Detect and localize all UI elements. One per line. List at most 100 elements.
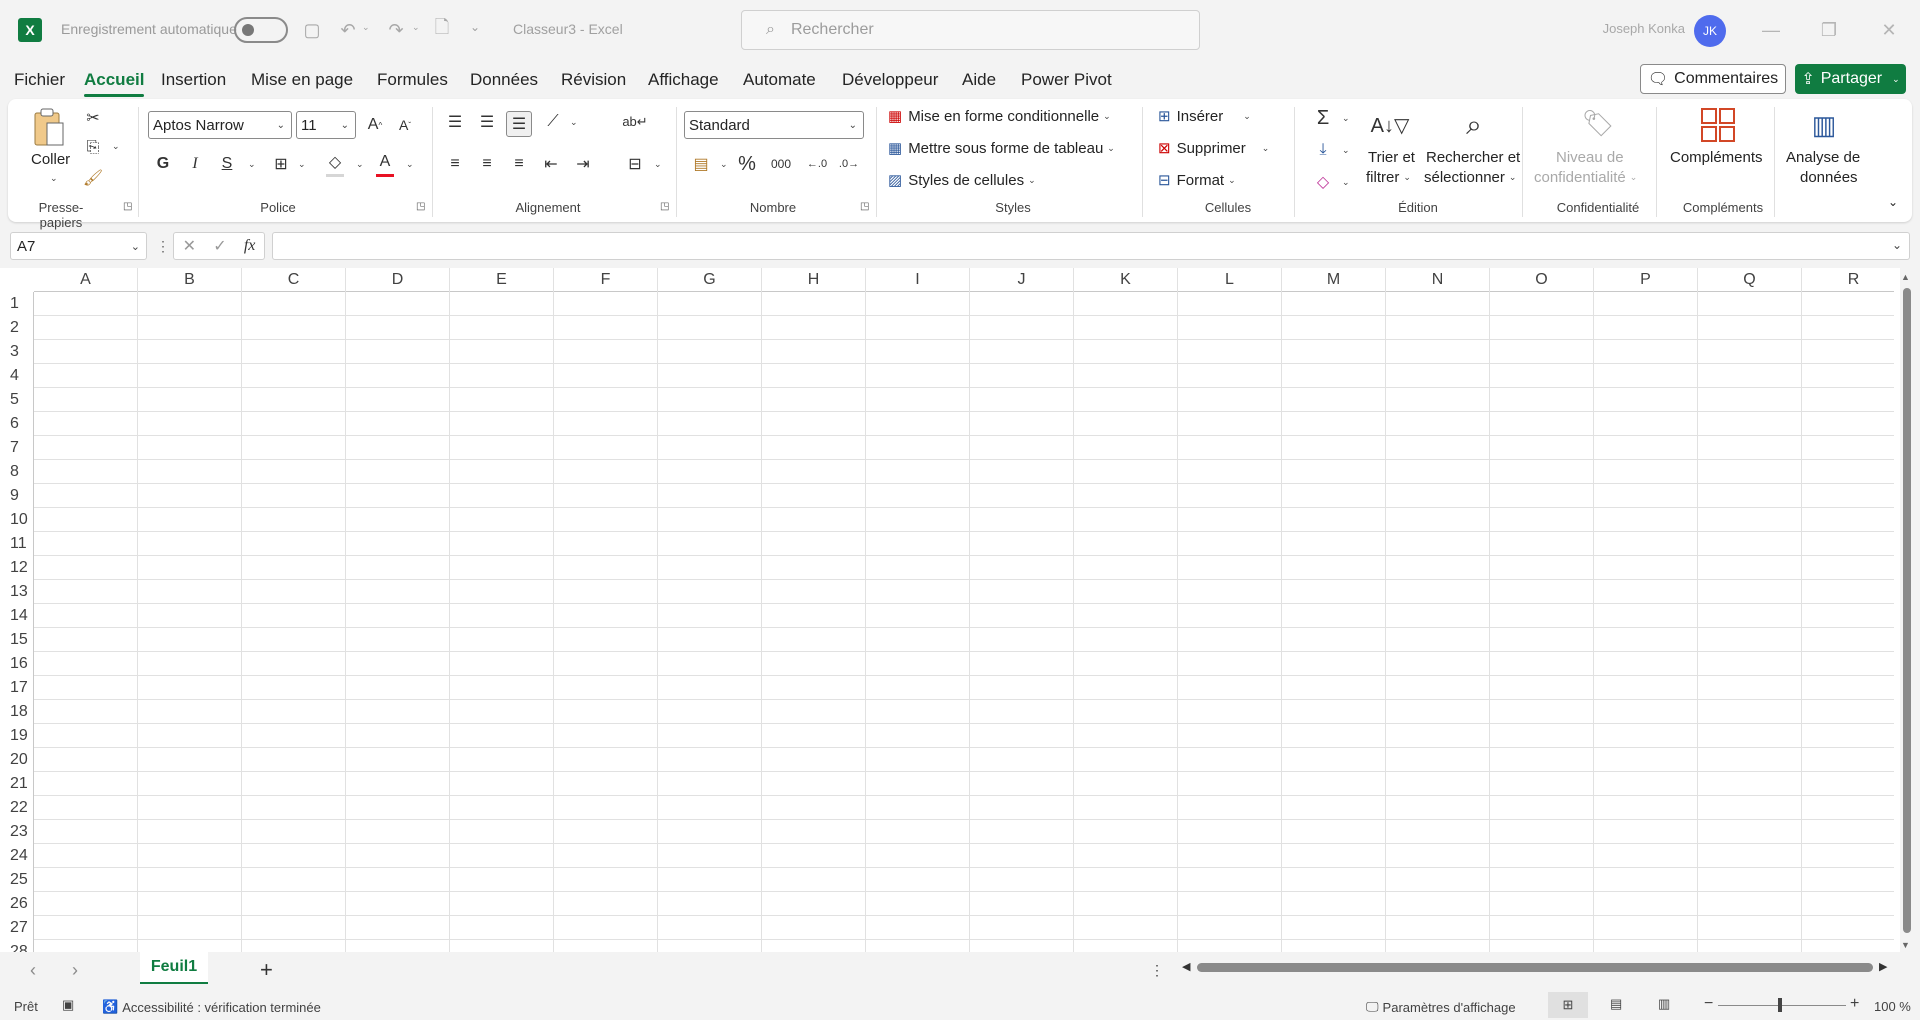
vertical-scroll-thumb[interactable] — [1903, 288, 1911, 933]
column-header[interactable]: M — [1282, 268, 1386, 292]
ribbon-collapse-icon[interactable]: ⌄ — [1888, 195, 1898, 209]
row-header[interactable]: 2 — [0, 316, 34, 340]
row-header[interactable]: 11 — [0, 532, 34, 556]
row-header[interactable]: 8 — [0, 460, 34, 484]
sheet-options-icon[interactable]: ⋮ — [1150, 962, 1164, 979]
align-right-icon[interactable]: ≡ — [506, 151, 532, 177]
number-launcher-icon[interactable]: ◳ — [860, 201, 869, 212]
orientation-dropdown-icon[interactable]: ⌄ — [570, 117, 578, 128]
macro-recording-icon[interactable]: ▣ — [62, 997, 74, 1013]
autosum-dropdown-icon[interactable]: ⌄ — [1342, 113, 1350, 124]
accounting-dropdown-icon[interactable]: ⌄ — [720, 159, 728, 170]
conditional-formatting-button[interactable]: ▦ Mise en forme conditionnelle ⌄ — [888, 107, 1111, 126]
fill-icon[interactable]: ⤓ — [1310, 137, 1336, 163]
tab-aide[interactable]: Aide — [962, 70, 996, 90]
horizontal-scroll-thumb[interactable] — [1197, 963, 1873, 972]
zoom-slider-thumb[interactable] — [1778, 998, 1782, 1012]
align-left-icon[interactable]: ≡ — [442, 151, 468, 177]
font-name-select[interactable]: Aptos Narrow ⌄ — [148, 111, 292, 139]
paste-label[interactable]: Coller — [31, 151, 70, 168]
column-header[interactable]: R — [1802, 268, 1900, 292]
increase-font-size-icon[interactable]: A ^ — [362, 112, 388, 138]
row-header[interactable]: 12 — [0, 556, 34, 580]
clear-icon[interactable]: ◇ — [1310, 169, 1336, 195]
cell-area[interactable] — [34, 292, 1894, 952]
tab-developpeur[interactable]: Développeur — [842, 70, 938, 90]
sort-filter-button[interactable]: filtrer ⌄ — [1366, 169, 1411, 186]
page-break-view-icon[interactable]: ▥ — [1658, 996, 1670, 1012]
share-button[interactable]: ⇪ Partager ⌄ — [1795, 64, 1906, 94]
delete-cells-button[interactable]: ⊠ Supprimer ⌄ — [1158, 139, 1269, 158]
customize-qat-icon[interactable]: ⌄ — [470, 20, 480, 34]
increase-decimal-icon[interactable]: ←.0 — [804, 151, 830, 177]
row-header[interactable]: 21 — [0, 772, 34, 796]
row-header[interactable]: 17 — [0, 676, 34, 700]
row-header[interactable]: 13 — [0, 580, 34, 604]
copy-dropdown-icon[interactable]: ⌄ — [112, 141, 120, 152]
font-color-icon[interactable]: A — [372, 149, 398, 175]
row-header[interactable]: 15 — [0, 628, 34, 652]
tab-mise-en-page[interactable]: Mise en page — [251, 70, 353, 90]
scroll-down-icon[interactable]: ▼ — [1901, 940, 1910, 950]
format-painter-icon[interactable]: 🖌 — [80, 165, 106, 191]
copy-icon[interactable]: ⎘ — [80, 135, 106, 161]
enter-icon[interactable]: ✓ — [213, 236, 226, 256]
addins-button[interactable]: Compléments — [1670, 149, 1763, 166]
increase-indent-icon[interactable]: ⇥ — [570, 151, 596, 177]
row-header[interactable]: 6 — [0, 412, 34, 436]
insert-cells-button[interactable]: ⊞ Insérer ⌄ — [1158, 107, 1251, 126]
row-header[interactable]: 28 — [0, 940, 34, 952]
display-settings-button[interactable]: 🖵 Paramètres d'affichage — [1366, 999, 1516, 1015]
insert-function-button[interactable]: fx — [244, 237, 256, 255]
tab-affichage[interactable]: Affichage — [648, 70, 719, 90]
column-header[interactable]: D — [346, 268, 450, 292]
row-header[interactable]: 5 — [0, 388, 34, 412]
format-as-table-button[interactable]: ▦ Mettre sous forme de tableau ⌄ — [888, 139, 1115, 158]
search-box[interactable]: ⌕ — [741, 10, 1200, 50]
cut-icon[interactable]: ✂ — [80, 105, 106, 131]
addins-icon[interactable] — [1698, 105, 1738, 145]
row-header[interactable]: 18 — [0, 700, 34, 724]
font-size-select[interactable]: 11 ⌄ — [296, 111, 356, 139]
comma-style-button[interactable]: 000 — [768, 151, 794, 177]
column-header[interactable]: F — [554, 268, 658, 292]
cancel-icon[interactable]: ✕ — [183, 236, 196, 256]
tab-formules[interactable]: Formules — [377, 70, 448, 90]
next-sheet-icon[interactable]: › — [72, 960, 78, 981]
decrease-font-size-icon[interactable]: Aˇ — [392, 112, 418, 138]
italic-button[interactable]: I — [182, 151, 208, 177]
column-header[interactable]: N — [1386, 268, 1490, 292]
row-header[interactable]: 20 — [0, 748, 34, 772]
find-select-button[interactable]: sélectionner ⌄ — [1424, 169, 1516, 186]
new-file-icon[interactable]: 🗋 — [428, 16, 456, 44]
column-header[interactable]: H — [762, 268, 866, 292]
paste-button[interactable] — [30, 107, 66, 151]
save-icon[interactable]: ▢ — [298, 16, 326, 44]
accounting-format-icon[interactable]: ▤ — [688, 151, 714, 177]
row-header[interactable]: 16 — [0, 652, 34, 676]
tab-automate[interactable]: Automate — [743, 70, 816, 90]
borders-dropdown-icon[interactable]: ⌄ — [298, 159, 306, 170]
column-header[interactable]: J — [970, 268, 1074, 292]
decrease-decimal-icon[interactable]: .0→ — [836, 151, 862, 177]
minimize-icon[interactable]: — — [1748, 10, 1794, 50]
tab-fichier[interactable]: Fichier — [14, 70, 65, 90]
fill-dropdown-icon[interactable]: ⌄ — [1342, 145, 1350, 156]
analyze-data-label-2[interactable]: données — [1800, 169, 1858, 186]
sort-filter-icon[interactable]: A↓▽ — [1370, 107, 1410, 143]
row-header[interactable]: 9 — [0, 484, 34, 508]
row-header[interactable]: 3 — [0, 340, 34, 364]
font-launcher-icon[interactable]: ◳ — [416, 201, 425, 212]
alignment-launcher-icon[interactable]: ◳ — [660, 201, 669, 212]
scroll-up-icon[interactable]: ▲ — [1901, 272, 1910, 282]
merge-center-icon[interactable]: ⊟ — [622, 151, 648, 177]
wrap-text-icon[interactable]: ab↵ — [622, 109, 648, 135]
fill-color-dropdown-icon[interactable]: ⌄ — [356, 159, 364, 170]
borders-icon[interactable]: ⊞ — [268, 151, 294, 177]
zoom-out-icon[interactable]: − — [1704, 995, 1713, 1013]
row-header[interactable]: 23 — [0, 820, 34, 844]
zoom-slider[interactable] — [1718, 1005, 1846, 1006]
row-header[interactable]: 1 — [0, 292, 34, 316]
clipboard-launcher-icon[interactable]: ◳ — [123, 201, 132, 212]
zoom-level[interactable]: 100 % — [1874, 999, 1911, 1014]
